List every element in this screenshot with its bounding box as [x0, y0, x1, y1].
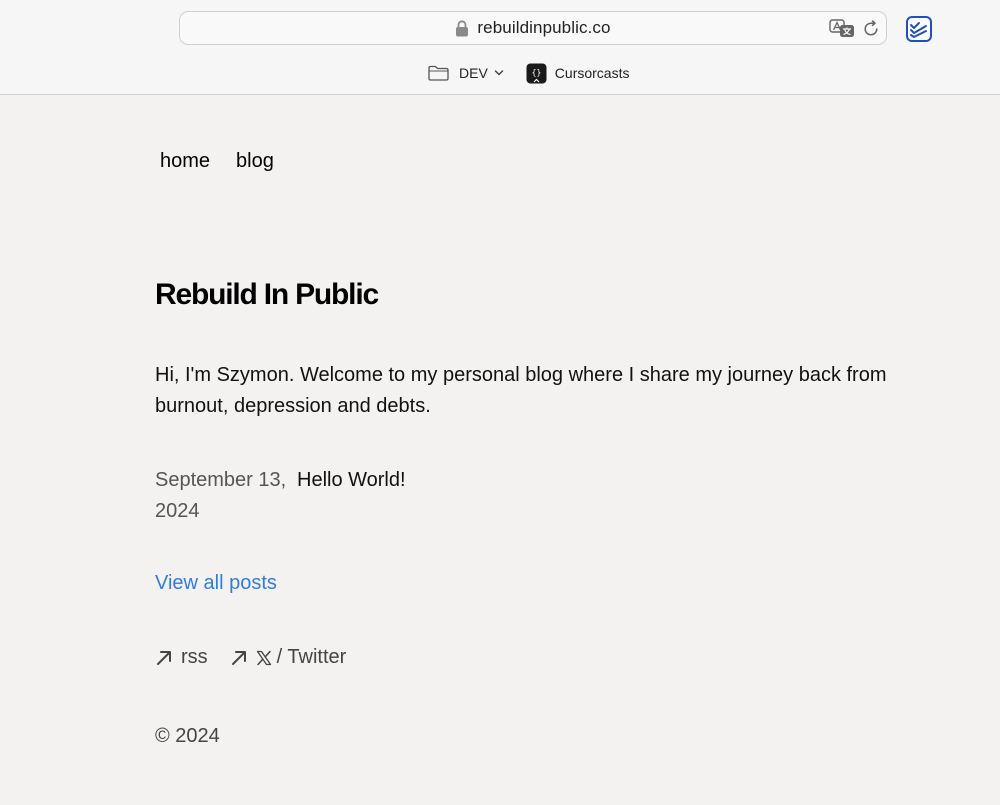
- lock-icon: [456, 19, 469, 36]
- chevron-down-icon: [494, 70, 504, 76]
- rss-link[interactable]: rss: [155, 646, 208, 669]
- address-bar[interactable]: rebuildinpublic.co: [179, 11, 887, 45]
- page-title: Rebuild In Public: [155, 278, 379, 311]
- rss-label: rss: [181, 646, 208, 668]
- stacked-checklist-icon[interactable]: [906, 16, 932, 42]
- svg-text:{}: {}: [531, 68, 541, 77]
- intro-paragraph: Hi, I'm Szymon. Welcome to my personal b…: [155, 364, 887, 417]
- translate-icon[interactable]: [829, 19, 855, 39]
- cursorcasts-favicon: {}: [526, 63, 547, 83]
- arrow-up-right-icon: [157, 650, 171, 665]
- nav-blog-link[interactable]: blog: [236, 150, 274, 173]
- bookmark-label: Cursorcasts: [554, 65, 630, 81]
- copyright-text: © 2024: [155, 725, 220, 747]
- footer-links: rss / Twitter: [155, 646, 368, 669]
- post-list-item: September 13, 2024 Hello World!: [155, 465, 406, 527]
- url-text[interactable]: rebuildinpublic.co: [477, 18, 610, 38]
- post-title-link[interactable]: Hello World!: [297, 465, 406, 527]
- folder-icon: [428, 65, 449, 81]
- nav-home-link[interactable]: home: [160, 150, 210, 173]
- bookmark-folder-dev[interactable]: DEV: [428, 65, 504, 81]
- arrow-up-right-icon: [231, 650, 246, 665]
- bookmark-label: DEV: [459, 65, 488, 81]
- bookmark-cursorcasts[interactable]: {} Cursorcasts: [504, 63, 630, 84]
- twitter-link[interactable]: / Twitter: [230, 646, 347, 669]
- post-date: September 13, 2024: [155, 469, 287, 522]
- x-logo-icon: [256, 650, 271, 665]
- view-all-posts-link[interactable]: View all posts: [155, 572, 277, 595]
- twitter-label: / Twitter: [276, 646, 347, 668]
- reload-icon[interactable]: [862, 20, 880, 38]
- address-content: rebuildinpublic.co: [180, 12, 886, 44]
- bookmarks-bar: DEV {} Cursorcasts: [428, 61, 629, 85]
- browser-toolbar: rebuildinpublic.co DEV {} Cursorcasts: [0, 0, 1000, 95]
- site-nav: home blog: [160, 150, 274, 173]
